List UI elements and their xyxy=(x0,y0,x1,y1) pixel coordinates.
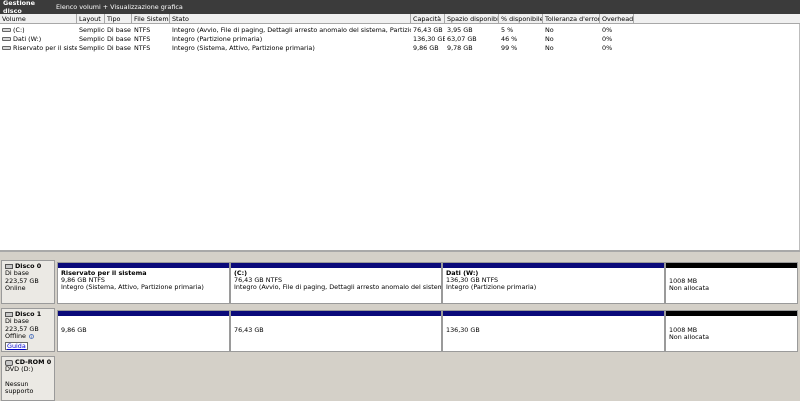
disk-1-partition-1[interactable]: 9,86 GB xyxy=(57,310,230,352)
partition-size: 9,86 GB xyxy=(61,326,87,334)
column-header-capacity[interactable]: Capacità xyxy=(411,14,445,24)
volume-name-cell: Dati (W:) xyxy=(0,35,77,44)
window-title: Gestione disco xyxy=(3,0,35,15)
volume-name: Dati (W:) xyxy=(13,35,42,43)
overhead-cell: 0% xyxy=(602,44,613,52)
volume-name-cell: Riservato per il sistema xyxy=(0,44,77,53)
info-icon[interactable]: i xyxy=(28,334,34,340)
free-space-cell: 9,78 GB xyxy=(447,44,473,52)
status-cell: Integro (Avvio, File di paging, Dettagli… xyxy=(172,26,411,34)
free-space-cell: 3,95 GB xyxy=(447,26,473,34)
percent-free-cell: 5 % xyxy=(501,26,514,34)
column-header-overhead[interactable]: Overhead xyxy=(600,14,634,24)
partition-unallocated[interactable]: 1008 MB Non allocata xyxy=(665,262,798,304)
partition-status: Integro (Sistema, Attivo, Partizione pri… xyxy=(61,283,204,292)
volume-list-header: Volume Layout Tipo File Sistema Stato Ca… xyxy=(0,14,800,24)
disk-1-partition-3[interactable]: 136,30 GB xyxy=(442,310,665,352)
layout-cell: Semplice xyxy=(79,44,105,52)
partition-status: Integro (Partizione primaria) xyxy=(446,283,537,292)
column-header-volume[interactable]: Volume xyxy=(0,14,77,24)
volume-name-cell: (C:) xyxy=(0,26,77,35)
disk-volume-icon xyxy=(2,28,11,32)
disk-1-label[interactable]: Disco 1 Di base 223,57 GB Offline i Guida xyxy=(1,308,55,352)
capacity-cell: 9,86 GB xyxy=(413,44,439,52)
volume-row[interactable]: Dati (W:) Semplice Di base NTFS Integro … xyxy=(0,35,800,44)
graphical-view: Disco 0 Di base 223,57 GB Online Riserva… xyxy=(0,250,800,401)
column-header-status[interactable]: Stato xyxy=(170,14,411,24)
volume-row[interactable]: (C:) Semplice Di base NTFS Integro (Avvi… xyxy=(0,26,800,35)
free-space-cell: 63,07 GB xyxy=(447,35,477,43)
partition-system-reserved[interactable]: Riservato per il sistema 9,86 GB NTFS In… xyxy=(57,262,230,304)
capacity-cell: 136,30 GB xyxy=(413,35,445,43)
percent-free-cell: 99 % xyxy=(501,44,518,52)
cdrom-0-empty-area xyxy=(57,356,798,401)
fault-tolerance-cell: No xyxy=(545,44,554,52)
column-header-type[interactable]: Tipo xyxy=(105,14,132,24)
disk-volume-icon xyxy=(2,46,11,50)
volume-name: Riservato per il sistema xyxy=(13,44,77,52)
cdrom-0-media: Nessun supporto xyxy=(5,379,34,396)
partition-status: Integro (Avvio, File di paging, Dettagli… xyxy=(234,283,441,292)
column-header-layout[interactable]: Layout xyxy=(77,14,105,24)
fault-tolerance-cell: No xyxy=(545,26,554,34)
disk-1-partition-unallocated[interactable]: 1008 MB Non allocata xyxy=(665,310,798,352)
title-bar: Gestione disco Elenco volumi + Visualizz… xyxy=(0,0,800,15)
volume-list: Volume Layout Tipo File Sistema Stato Ca… xyxy=(0,14,800,250)
disk-0-label[interactable]: Disco 0 Di base 223,57 GB Online xyxy=(1,260,55,304)
disk-volume-icon xyxy=(2,37,11,41)
volume-row[interactable]: Riservato per il sistema Semplice Di bas… xyxy=(0,44,800,53)
layout-cell: Semplice xyxy=(79,35,105,43)
type-cell: Di base xyxy=(107,44,131,52)
status-cell: Integro (Partizione primaria) xyxy=(172,35,263,43)
column-header-percent-free[interactable]: % disponibile xyxy=(499,14,543,24)
status-cell: Integro (Sistema, Attivo, Partizione pri… xyxy=(172,44,315,52)
disk-0-state: Online xyxy=(5,284,26,293)
disk-1-state: Offline xyxy=(5,332,26,341)
disk-1-partition-2[interactable]: 76,43 GB xyxy=(230,310,442,352)
overhead-cell: 0% xyxy=(602,35,613,43)
filesystem-cell: NTFS xyxy=(134,26,151,34)
partition-w[interactable]: Dati (W:) 136,30 GB NTFS Integro (Partiz… xyxy=(442,262,665,304)
partition-c[interactable]: (C:) 76,43 GB NTFS Integro (Avvio, File … xyxy=(230,262,442,304)
column-header-fault-tolerance[interactable]: Tolleranza d'errore xyxy=(543,14,600,24)
disk-management-window: Gestione disco Elenco volumi + Visualizz… xyxy=(0,0,800,401)
view-mode-label[interactable]: Elenco volumi + Visualizzazione grafica xyxy=(54,3,183,11)
percent-free-cell: 46 % xyxy=(501,35,518,43)
column-header-free-space[interactable]: Spazio disponibile xyxy=(445,14,499,24)
help-link[interactable]: Guida xyxy=(5,341,28,350)
volume-name: (C:) xyxy=(13,26,25,34)
fault-tolerance-cell: No xyxy=(545,35,554,43)
layout-cell: Semplice xyxy=(79,26,105,34)
capacity-cell: 76,43 GB xyxy=(413,26,443,34)
partition-size: 136,30 GB xyxy=(446,326,480,334)
disk-1-state-line: Offline i xyxy=(5,333,53,340)
overhead-cell: 0% xyxy=(602,26,613,34)
type-cell: Di base xyxy=(107,35,131,43)
filesystem-cell: NTFS xyxy=(134,44,151,52)
partition-size: 76,43 GB xyxy=(234,326,264,334)
cdrom-0-drive: DVD (D:) xyxy=(5,365,34,374)
filesystem-cell: NTFS xyxy=(134,35,151,43)
type-cell: Di base xyxy=(107,26,131,34)
cdrom-0-label[interactable]: CD-ROM 0 DVD (D:) Nessun supporto xyxy=(1,356,55,401)
column-header-filesystem[interactable]: File Sistema xyxy=(132,14,170,24)
partition-status: Non allocata xyxy=(669,284,710,293)
partition-status: Non allocata xyxy=(669,333,710,342)
